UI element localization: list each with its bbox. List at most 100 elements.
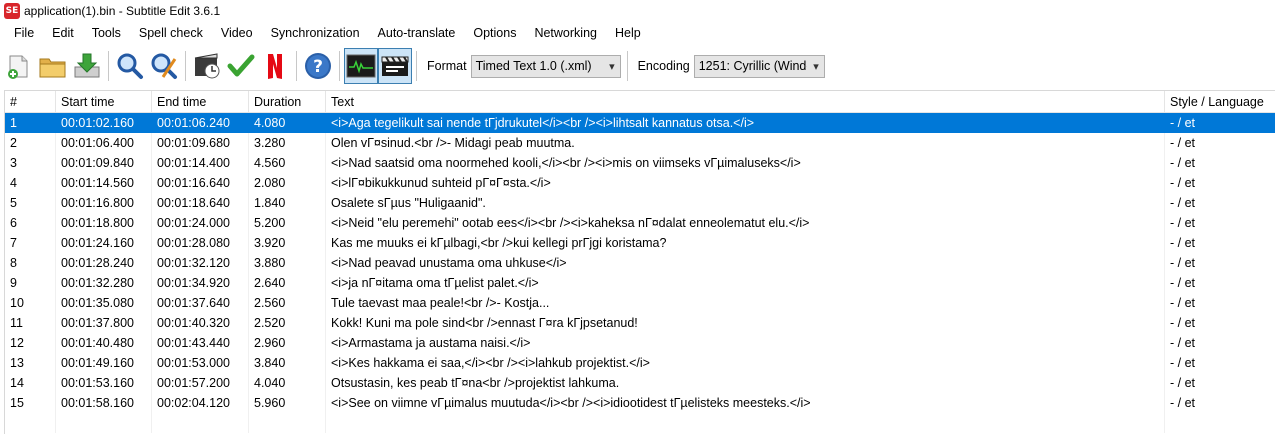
open-button[interactable] xyxy=(36,48,70,84)
visual-sync-icon xyxy=(194,53,220,79)
row-start-time: 00:01:16.800 xyxy=(56,193,152,213)
row-number: 12 xyxy=(5,333,56,353)
row-style-language: - / et xyxy=(1165,173,1275,193)
row-end-time: 00:01:57.200 xyxy=(152,373,249,393)
row-number: 7 xyxy=(5,233,56,253)
column-header-duration[interactable]: Duration xyxy=(249,91,326,113)
menu-synchronization[interactable]: Synchronization xyxy=(262,22,369,44)
encoding-select[interactable]: 1251: Cyrillic (Windows) ▾ xyxy=(693,54,825,78)
row-start-time: 00:01:14.560 xyxy=(56,173,152,193)
table-row[interactable]: 4 00:01:14.560 00:01:16.640 2.080 <i>lГ¤biku… xyxy=(5,173,1275,193)
column-header-start-time[interactable]: Start time xyxy=(56,91,152,113)
menu-video[interactable]: Video xyxy=(212,22,262,44)
empty-cell xyxy=(249,413,326,433)
row-end-time: 00:01:06.240 xyxy=(152,113,249,133)
table-row[interactable]: 1 00:01:02.160 00:01:06.240 4.080 <i>Aga teg… xyxy=(5,113,1275,133)
grid-header: # Start time End time Duration Text Styl… xyxy=(5,91,1275,113)
format-select-value: Timed Text 1.0 (.xml) xyxy=(475,59,592,73)
format-label: Format xyxy=(427,59,467,73)
row-end-time: 00:01:09.680 xyxy=(152,133,249,153)
column-header-end-time[interactable]: End time xyxy=(152,91,249,113)
table-row[interactable]: 7 00:01:24.160 00:01:28.080 3.920 Kas me muu… xyxy=(5,233,1275,253)
toggle-waveform-button[interactable] xyxy=(344,48,378,84)
toolbar-separator xyxy=(416,51,417,81)
row-text: <i>Kes hakkama ei saa,</i><br /><i>lahku… xyxy=(326,353,1165,373)
empty-cell xyxy=(5,413,56,433)
row-text: <i>lГ¤bikukkunud suhteid pГ¤Г¤sta.</i> xyxy=(326,173,1165,193)
netflix-check-button[interactable] xyxy=(258,48,292,84)
menu-networking[interactable]: Networking xyxy=(525,22,606,44)
row-text: <i>Aga tegelikult sai nende tГјdrukutel<… xyxy=(326,113,1165,133)
row-end-time: 00:01:40.320 xyxy=(152,313,249,333)
row-text: <i>Nad saatsid oma noormehed kooli,</i><… xyxy=(326,153,1165,173)
row-text: <i>ja nГ¤itama oma tГµelist palet.</i> xyxy=(326,273,1165,293)
row-number: 1 xyxy=(5,113,56,133)
row-start-time: 00:01:37.800 xyxy=(56,313,152,333)
menu-edit[interactable]: Edit xyxy=(43,22,83,44)
toggle-video-button[interactable] xyxy=(378,48,412,84)
table-row[interactable]: 10 00:01:35.080 00:01:37.640 2.560 Tule taev… xyxy=(5,293,1275,313)
row-number: 14 xyxy=(5,373,56,393)
row-style-language: - / et xyxy=(1165,333,1275,353)
menu-spell-check[interactable]: Spell check xyxy=(130,22,212,44)
toolbar: ? Format Timed Text 1.0 (.xml) ▾ Encodin… xyxy=(0,44,1275,88)
title-bar: SE application(1).bin - Subtitle Edit 3.… xyxy=(0,0,1275,22)
empty-cell xyxy=(1165,413,1275,433)
find-button[interactable] xyxy=(113,48,147,84)
table-row[interactable]: 6 00:01:18.800 00:01:24.000 5.200 <i>Neid "e… xyxy=(5,213,1275,233)
subtitle-grid[interactable]: # Start time End time Duration Text Styl… xyxy=(4,90,1275,434)
menu-auto-translate[interactable]: Auto-translate xyxy=(369,22,465,44)
menu-tools[interactable]: Tools xyxy=(83,22,130,44)
row-duration: 4.080 xyxy=(249,113,326,133)
column-header-text[interactable]: Text xyxy=(326,91,1165,113)
table-row[interactable]: 8 00:01:28.240 00:01:32.120 3.880 <i>Nad pea… xyxy=(5,253,1275,273)
row-style-language: - / et xyxy=(1165,233,1275,253)
format-select[interactable]: Timed Text 1.0 (.xml) ▾ xyxy=(470,54,621,78)
menu-options[interactable]: Options xyxy=(464,22,525,44)
row-number: 8 xyxy=(5,253,56,273)
row-duration: 3.880 xyxy=(249,253,326,273)
table-row[interactable]: 15 00:01:58.160 00:02:04.120 5.960 <i>See on… xyxy=(5,393,1275,413)
table-row[interactable]: 12 00:01:40.480 00:01:43.440 2.960 <i>Armast… xyxy=(5,333,1275,353)
row-number: 5 xyxy=(5,193,56,213)
new-file-icon xyxy=(8,55,28,79)
column-header-number[interactable]: # xyxy=(5,91,56,113)
table-row[interactable]: 11 00:01:37.800 00:01:40.320 2.520 Kokk! Kun… xyxy=(5,313,1275,333)
table-row[interactable]: 14 00:01:53.160 00:01:57.200 4.040 Otsustasi… xyxy=(5,373,1275,393)
save-download-icon xyxy=(74,53,100,78)
save-button[interactable] xyxy=(70,48,104,84)
replace-button[interactable] xyxy=(147,48,181,84)
find-icon xyxy=(117,53,143,79)
row-text: <i>Neid "elu peremehi" ootab ees</i><br … xyxy=(326,213,1165,233)
svg-text:?: ? xyxy=(313,57,323,77)
menu-help[interactable]: Help xyxy=(606,22,650,44)
row-duration: 5.200 xyxy=(249,213,326,233)
row-end-time: 00:01:28.080 xyxy=(152,233,249,253)
menu-file[interactable]: File xyxy=(0,22,43,44)
column-header-style-language[interactable]: Style / Language xyxy=(1165,91,1275,113)
visual-sync-button[interactable] xyxy=(190,48,224,84)
row-duration: 4.040 xyxy=(249,373,326,393)
table-row[interactable]: 13 00:01:49.160 00:01:53.000 3.840 <i>Kes ha… xyxy=(5,353,1275,373)
toolbar-separator xyxy=(185,51,186,81)
toolbar-separator xyxy=(339,51,340,81)
spell-check-button[interactable] xyxy=(224,48,258,84)
row-text: <i>Nad peavad unustama oma uhkuse</i> xyxy=(326,253,1165,273)
row-duration: 3.920 xyxy=(249,233,326,253)
encoding-select-value: 1251: Cyrillic (Windows) xyxy=(698,59,807,73)
row-duration: 2.960 xyxy=(249,333,326,353)
new-file-button[interactable] xyxy=(2,48,36,84)
window-title: application(1).bin - Subtitle Edit 3.6.1 xyxy=(24,4,221,18)
empty-cell xyxy=(56,413,152,433)
table-row[interactable]: 5 00:01:16.800 00:01:18.640 1.840 Osalete sГ… xyxy=(5,193,1275,213)
app-logo-icon: SE xyxy=(4,3,20,19)
row-number: 10 xyxy=(5,293,56,313)
help-button[interactable]: ? xyxy=(301,48,335,84)
table-row[interactable]: 3 00:01:09.840 00:01:14.400 4.560 <i>Nad saa… xyxy=(5,153,1275,173)
table-row[interactable]: 2 00:01:06.400 00:01:09.680 3.280 Olen vГ¤si… xyxy=(5,133,1275,153)
table-row[interactable]: 9 00:01:32.280 00:01:34.920 2.640 <i>ja nГ¤i… xyxy=(5,273,1275,293)
row-duration: 1.840 xyxy=(249,193,326,213)
find-replace-icon xyxy=(151,53,177,79)
row-style-language: - / et xyxy=(1165,373,1275,393)
open-folder-icon xyxy=(39,58,66,78)
